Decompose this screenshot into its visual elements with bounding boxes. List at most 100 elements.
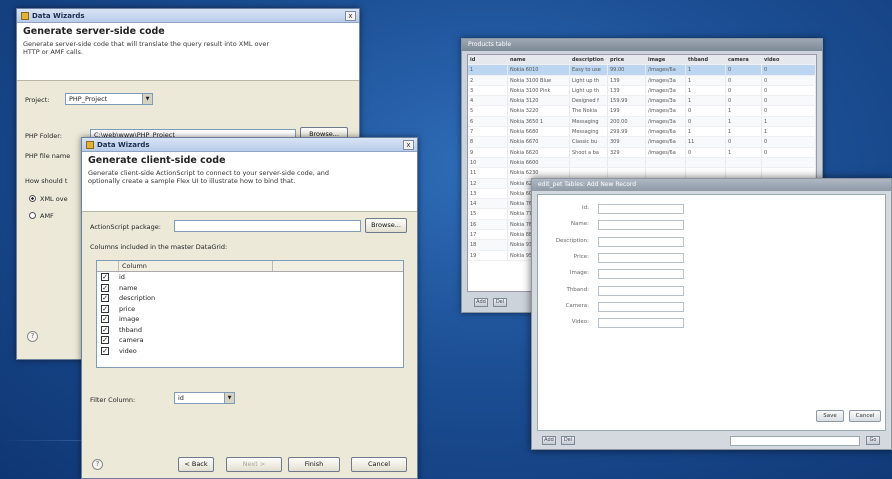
- form-field-input[interactable]: [598, 204, 684, 214]
- app-icon: [86, 140, 94, 149]
- list-item[interactable]: ✓ name: [97, 283, 403, 294]
- table-row[interactable]: 2 Nokia 3100 Blue Light up th 139/images/3a…: [468, 75, 816, 86]
- back-button[interactable]: < Back: [178, 457, 214, 472]
- table-cell: /images/6a: [646, 65, 686, 75]
- save-button[interactable]: Save: [816, 410, 844, 422]
- delete-button[interactable]: Del: [561, 436, 575, 445]
- checkbox[interactable]: ✓: [101, 346, 109, 355]
- list-item[interactable]: ✓ video: [97, 346, 403, 357]
- checkbox[interactable]: ✓: [101, 304, 109, 313]
- checkbox[interactable]: ✓: [101, 283, 109, 292]
- checkbox[interactable]: ✓: [101, 294, 109, 303]
- cancel-button[interactable]: Cancel: [351, 457, 407, 472]
- table-cell: Nokia 3100 Pink: [508, 85, 570, 96]
- search-input[interactable]: [730, 436, 860, 446]
- list-item[interactable]: ✓ thband: [97, 325, 403, 336]
- grid-header-cell[interactable]: id: [468, 55, 508, 65]
- table-row[interactable]: 5 Nokia 3220 The Nokia 199/images/3a 0 1 0: [468, 106, 816, 117]
- columns-list[interactable]: Column ✓ id ✓ name ✓ description ✓ price ✓ im…: [96, 260, 404, 368]
- form-field-input[interactable]: [598, 301, 684, 312]
- table-cell: 0: [762, 65, 816, 75]
- table-cell: /images/3a: [646, 106, 686, 116]
- table-row[interactable]: 1 Nokia 6010 Easy to use 99.00/images/6a 1 0 0: [468, 65, 816, 76]
- form-field-input[interactable]: [598, 269, 684, 280]
- list-item[interactable]: ✓ price: [97, 304, 403, 315]
- table-row[interactable]: 6 Nokia 3650 1 Messaging 200.00/images/3a 0 1…: [468, 116, 816, 128]
- form-field-input[interactable]: [598, 236, 684, 247]
- table-cell: Light up th: [570, 75, 608, 85]
- table-cell: [686, 168, 726, 178]
- grid-header-cell[interactable]: video: [762, 55, 816, 65]
- table-cell: 0: [726, 75, 762, 85]
- project-dropdown[interactable]: PHP_Project ▼: [65, 93, 153, 105]
- checkbox[interactable]: ✓: [101, 325, 109, 334]
- next-button[interactable]: Next >: [226, 457, 282, 472]
- add-button[interactable]: Add: [474, 298, 488, 307]
- table-cell: 0: [762, 75, 816, 85]
- table-row[interactable]: 10 Nokia 6600: [468, 157, 816, 169]
- form-field-label: Price:: [573, 253, 589, 260]
- table-cell: /images/3a: [646, 96, 686, 106]
- table-cell: Messaging: [570, 116, 608, 127]
- go-button[interactable]: Go: [866, 436, 880, 445]
- wizard-header: Generate server-side code Generate serve…: [17, 23, 359, 81]
- column-name: video: [119, 346, 137, 355]
- form-window: edit_pet Tables: Add New Record Id: Name:…: [531, 178, 892, 450]
- table-cell: 139: [608, 85, 646, 96]
- filter-dropdown[interactable]: id ▼: [174, 392, 235, 404]
- table-cell: 1: [686, 85, 726, 96]
- cancel-button[interactable]: Cancel: [849, 410, 881, 422]
- table-cell: 0: [686, 106, 726, 116]
- table-cell: 18: [468, 240, 508, 250]
- grid-header-cell[interactable]: name: [508, 55, 570, 65]
- table-cell: [570, 168, 608, 178]
- delete-button[interactable]: Del: [493, 298, 507, 307]
- table-row[interactable]: 9 Nokia 6620 Shoot a ba 329/images/6a 0 1 0: [468, 147, 816, 158]
- finish-button[interactable]: Finish: [288, 457, 340, 472]
- radio-amf[interactable]: [29, 212, 36, 219]
- server-wizard-titlebar[interactable]: Data Wizards x: [17, 9, 359, 23]
- table-cell: Nokia 3100 Blue: [508, 75, 570, 85]
- table-row[interactable]: 8 Nokia 6670 Classic bu 309/images/6a 11 0 0: [468, 137, 816, 148]
- grid-header-cell[interactable]: camera: [726, 55, 762, 65]
- table-cell: 0: [726, 96, 762, 106]
- window-title: Data Wizards: [97, 140, 150, 149]
- table-cell: Nokia 3220: [508, 106, 570, 116]
- form-field-input[interactable]: [598, 220, 684, 231]
- form-field-input[interactable]: [598, 318, 684, 329]
- add-button[interactable]: Add: [542, 436, 556, 445]
- checkbox[interactable]: ✓: [101, 273, 109, 282]
- list-item[interactable]: ✓ description: [97, 293, 403, 304]
- package-field[interactable]: [174, 220, 361, 232]
- table-cell: [646, 168, 686, 178]
- list-item[interactable]: ✓ id: [97, 272, 403, 283]
- chevron-down-icon[interactable]: ▼: [142, 94, 152, 104]
- list-item[interactable]: ✓ camera: [97, 335, 403, 346]
- checkbox[interactable]: ✓: [101, 315, 109, 324]
- form-field-input[interactable]: [598, 252, 684, 263]
- table-cell: 99.00: [608, 65, 646, 75]
- grid-header-cell[interactable]: image: [646, 55, 686, 65]
- table-row[interactable]: 7 Nokia 6680 Messaging 299.99/images/6a 1 1 1: [468, 127, 816, 138]
- browse-button[interactable]: Browse...: [365, 218, 407, 233]
- table-cell: 11: [468, 168, 508, 178]
- form-field-input[interactable]: [598, 285, 684, 296]
- radio-xml[interactable]: [29, 195, 36, 202]
- form-field-label: Image:: [569, 270, 589, 277]
- grid-header-cell[interactable]: price: [608, 55, 646, 65]
- chevron-down-icon[interactable]: ▼: [224, 393, 234, 403]
- client-wizard-window: Data Wizards x Generate client-side code…: [81, 137, 418, 479]
- form-field-label: Description:: [555, 237, 589, 244]
- close-icon[interactable]: x: [345, 10, 356, 21]
- grid-header-cell[interactable]: description: [570, 55, 608, 65]
- extra-column-header: [273, 261, 403, 271]
- close-icon[interactable]: x: [403, 139, 414, 150]
- client-wizard-titlebar[interactable]: Data Wizards x: [82, 138, 417, 152]
- grid-header-cell[interactable]: thband: [686, 55, 726, 65]
- table-row[interactable]: 4 Nokia 3120 Designed f 159.99/images/3a 1 0 0: [468, 96, 816, 107]
- table-row[interactable]: 3 Nokia 3100 Pink Light up th 139/images/3a…: [468, 85, 816, 97]
- help-icon[interactable]: ?: [92, 459, 103, 470]
- list-item[interactable]: ✓ image: [97, 314, 403, 325]
- help-icon[interactable]: ?: [27, 331, 38, 342]
- checkbox[interactable]: ✓: [101, 336, 109, 345]
